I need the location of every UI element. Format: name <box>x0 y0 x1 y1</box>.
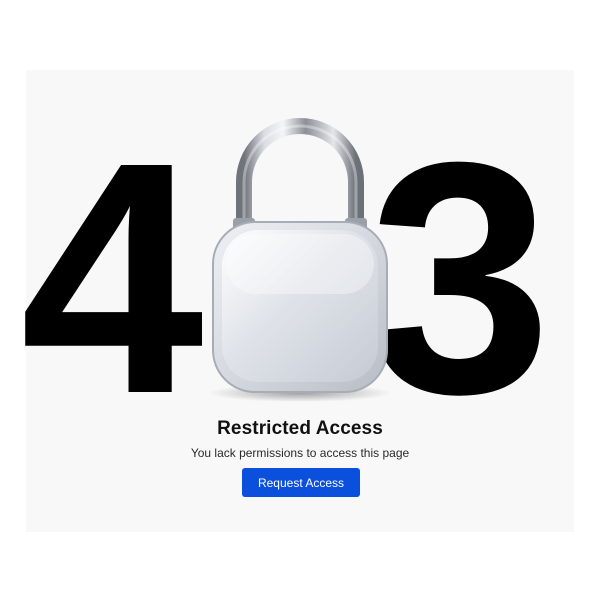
request-access-button[interactable]: Request Access <box>242 468 360 497</box>
error-code-hero: 4 3 <box>0 0 600 420</box>
page-subtitle: You lack permissions to access this page <box>190 446 410 460</box>
page-title: Restricted Access <box>217 418 383 439</box>
padlock-icon <box>208 118 392 402</box>
error-digit-left: 4 <box>20 93 206 420</box>
error-digit-right: 3 <box>368 93 552 420</box>
